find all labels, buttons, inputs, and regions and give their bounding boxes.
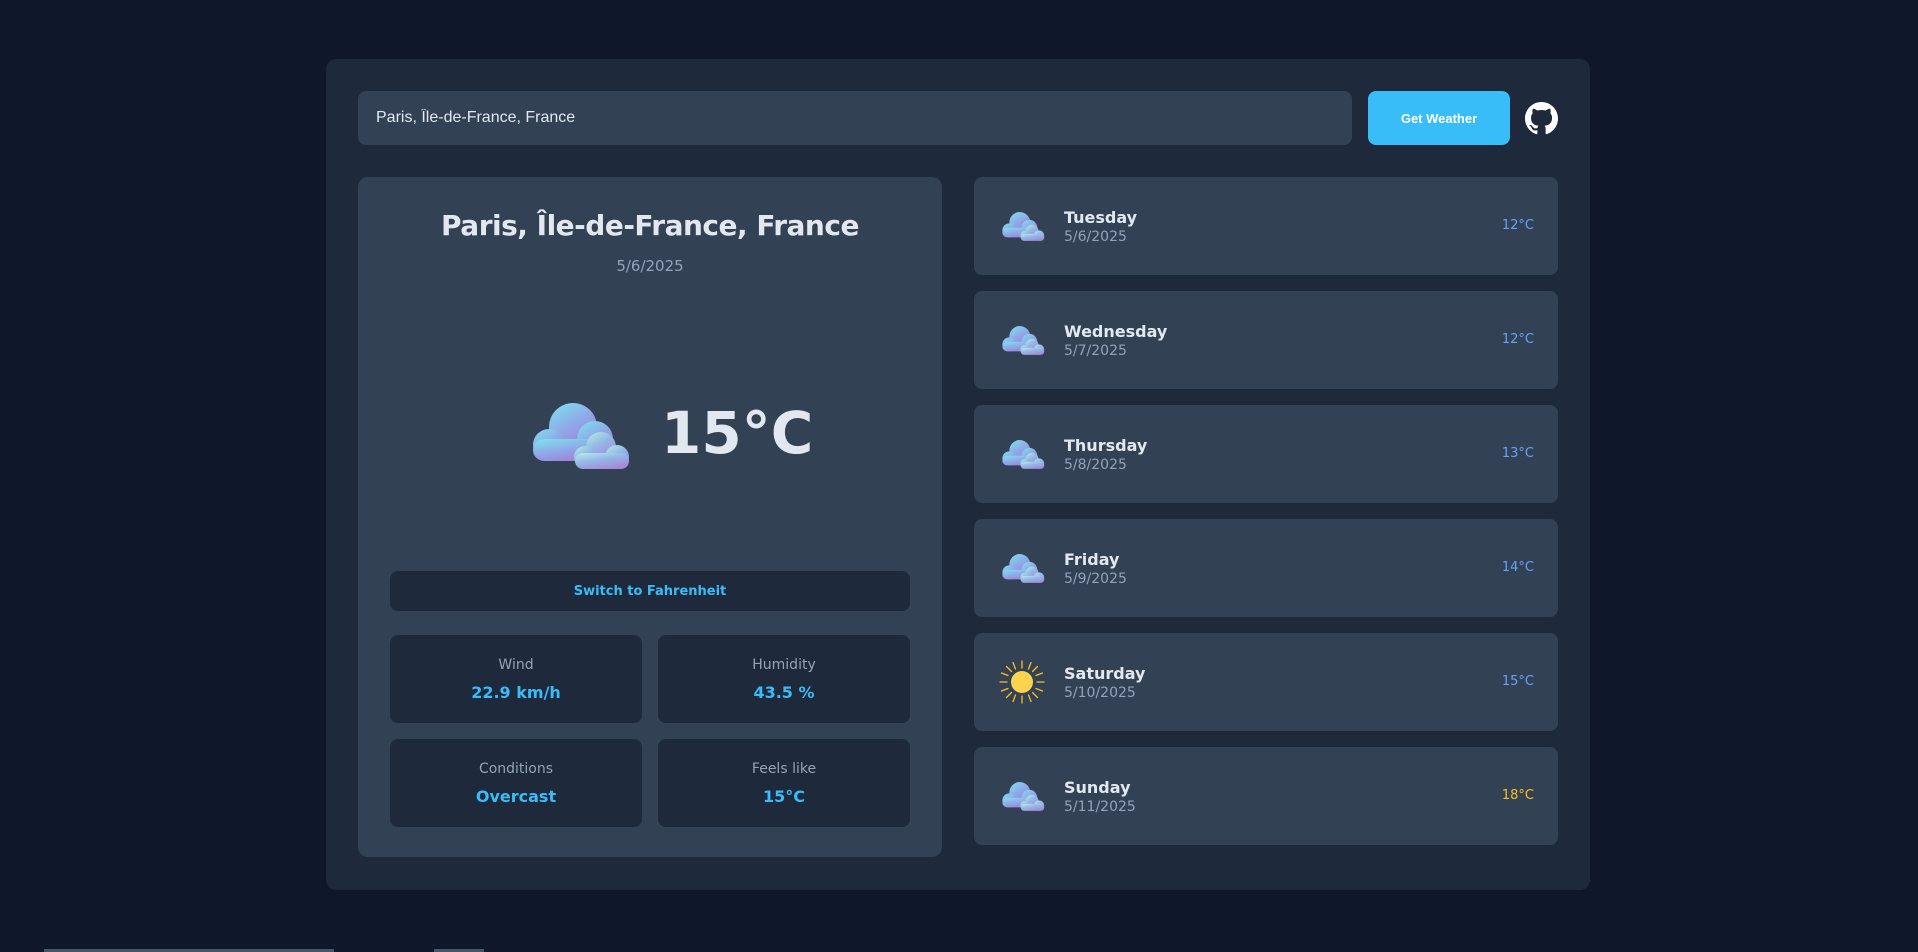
stat-label: Humidity: [752, 657, 816, 673]
forecast-temp: 12°C: [1501, 218, 1534, 233]
forecast-date: 5/10/2025: [1064, 685, 1136, 701]
forecast-day-friday[interactable]: Friday 5/9/2025 14°C: [974, 519, 1558, 617]
stat-humidity: Humidity 43.5 %: [658, 635, 910, 723]
forecast-date: 5/8/2025: [1064, 457, 1127, 473]
forecast-date: 5/7/2025: [1064, 343, 1127, 359]
forecast-day-tuesday[interactable]: Tuesday 5/6/2025 12°C: [974, 177, 1558, 275]
forecast-temp: 18°C: [1501, 788, 1534, 803]
forecast-date: 5/11/2025: [1064, 799, 1136, 815]
stat-value: Overcast: [475, 787, 557, 806]
forecast-day-name: Wednesday: [1064, 322, 1168, 341]
forecast-day-saturday[interactable]: Saturday 5/10/2025 15°C: [974, 633, 1558, 731]
current-date: 5/6/2025: [616, 257, 684, 275]
city-name: Paris, Île-de-France, France: [441, 209, 859, 242]
sun-icon: [998, 659, 1046, 705]
forecast-day-wednesday[interactable]: Wednesday 5/7/2025 12°C: [974, 291, 1558, 389]
forecast-date: 5/9/2025: [1064, 571, 1127, 587]
forecast-temp: 14°C: [1501, 560, 1534, 575]
stat-label: Conditions: [478, 761, 554, 777]
current-weather-card: Paris, Île-de-France, France 5/6/2025 15…: [358, 177, 942, 857]
weather-app-panel: Get Weather Paris, Île-de-France, France…: [326, 59, 1590, 890]
cloud-icon: [998, 317, 1046, 363]
stat-value: 15°C: [762, 787, 805, 806]
github-icon: [1525, 102, 1558, 135]
stat-feels-like: Feels like 15°C: [658, 739, 910, 827]
forecast-day-name: Saturday: [1064, 664, 1146, 683]
stat-label: Wind: [498, 657, 534, 673]
forecast-day-name: Tuesday: [1064, 208, 1138, 227]
cloud-icon: [998, 545, 1046, 591]
current-temperature: 15°C: [661, 399, 814, 467]
stat-label: Feels like: [751, 761, 817, 777]
forecast-day-thursday[interactable]: Thursday 5/8/2025 13°C: [974, 405, 1558, 503]
forecast-temp: 12°C: [1501, 332, 1534, 347]
forecast-day-name: Sunday: [1064, 778, 1131, 797]
stat-wind: Wind 22.9 km/h: [390, 635, 642, 723]
stat-conditions: Conditions Overcast: [390, 739, 642, 827]
cloud-icon: [998, 431, 1046, 477]
forecast-day-name: Thursday: [1064, 436, 1148, 455]
forecast-day-sunday[interactable]: Sunday 5/11/2025 18°C: [974, 747, 1558, 845]
forecast-temp: 13°C: [1501, 446, 1534, 461]
stat-value: 22.9 km/h: [471, 683, 561, 702]
cloud-icon: [998, 773, 1046, 819]
forecast-date: 5/6/2025: [1064, 229, 1127, 245]
cloud-icon: [523, 395, 633, 475]
stat-value: 43.5 %: [753, 683, 815, 702]
location-search-input[interactable]: [358, 91, 1352, 145]
get-weather-button[interactable]: Get Weather: [1368, 91, 1510, 145]
cloud-icon: [998, 203, 1046, 249]
search-row: Get Weather: [358, 91, 1558, 145]
forecast-temp: 15°C: [1501, 674, 1534, 689]
github-link[interactable]: [1525, 102, 1558, 135]
forecast-day-name: Friday: [1064, 550, 1120, 569]
switch-unit-button[interactable]: Switch to Fahrenheit: [390, 571, 910, 611]
